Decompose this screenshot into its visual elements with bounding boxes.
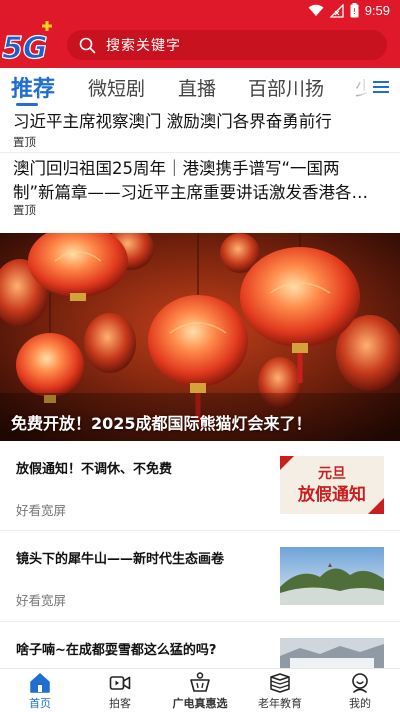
tab-live[interactable]: 直播 <box>178 74 216 101</box>
snow-scene-image <box>280 638 384 668</box>
nav-elderly-education[interactable]: 老年教育 <box>240 669 320 712</box>
news-1-title[interactable]: 放假通知！不调休、不免费 <box>16 458 172 477</box>
status-time: 9:59 <box>364 3 390 18</box>
status-icons: ! 9:59 <box>308 3 390 18</box>
search-placeholder: 搜索关键字 <box>106 38 181 54</box>
headline-1-title[interactable]: 习近平主席视察澳门 激励澳门各界奋勇前行 <box>13 110 388 134</box>
news-2-title[interactable]: 镜头下的犀牛山——新时代生态画卷 <box>16 548 224 567</box>
nav-paike[interactable]: 拍客 <box>80 669 160 712</box>
search-icon <box>79 37 96 53</box>
tab-micro-drama[interactable]: 微短剧 <box>88 74 145 101</box>
thumb-text-notice: 放假通知 <box>297 484 366 505</box>
headline-2-line-2: 制”新篇章——习近平主席重要讲话激发香港各… <box>13 183 369 202</box>
app-logo[interactable]: 5G <box>2 20 56 64</box>
news-2-source: 好看宽屏 <box>16 593 67 608</box>
news-3-thumbnail[interactable] <box>280 638 384 668</box>
nav-elderly-education-label: 老年教育 <box>258 697 302 710</box>
banner-caption: 免费开放！2025成都国际熊猫灯会来了！ <box>11 414 312 433</box>
video-camera-icon <box>109 676 131 690</box>
nav-guangdian-huixuan[interactable]: 广电真惠选 <box>160 669 240 712</box>
nav-mine-label: 我的 <box>349 697 371 710</box>
books-icon <box>270 673 290 693</box>
headline-2-line-1: 澳门回归祖国25周年｜港澳携手谱写“一国两 <box>13 159 340 178</box>
news-1-source: 好看宽屏 <box>16 503 67 518</box>
battery-icon: ! <box>350 3 359 18</box>
wifi-icon <box>308 4 324 16</box>
nav-paike-label: 拍客 <box>109 697 131 710</box>
headline-2-pin-tag: 置顶 <box>13 203 36 217</box>
tab-menu-icon[interactable] <box>372 78 390 96</box>
divider <box>0 621 400 622</box>
home-icon <box>30 673 50 693</box>
search-bar[interactable]: 搜索关键字 <box>67 30 387 60</box>
nav-mine[interactable]: 我的 <box>320 669 400 712</box>
news-3-title[interactable]: 啥子喃~在成都耍雪都这么猛的吗? <box>16 639 216 658</box>
app-screen: ! 9:59 5G 搜索关键字 推荐 微短剧 直播 百部川扬 少 <box>0 0 400 712</box>
news-2-thumbnail[interactable] <box>280 547 384 605</box>
tab-baibu-chuanyang[interactable]: 百部川扬 <box>248 74 324 101</box>
news-1-thumbnail[interactable]: 元旦 放假通知 <box>280 456 384 514</box>
nav-guangdian-huixuan-label: 广电真惠选 <box>172 697 228 710</box>
header-bar: ! 9:59 5G 搜索关键字 <box>0 0 400 68</box>
profile-icon <box>352 673 368 693</box>
nav-home-label: 首页 <box>29 697 51 710</box>
nav-home[interactable]: 首页 <box>0 669 80 712</box>
logo-text: 5G <box>2 31 48 64</box>
mountain-landscape-image <box>280 547 384 605</box>
tab-recommend[interactable]: 推荐 <box>11 71 55 103</box>
shopping-basket-icon <box>190 672 210 692</box>
divider <box>0 530 400 531</box>
tab-fade <box>340 68 370 108</box>
signal-icon <box>329 3 344 18</box>
headline-1-pin-tag: 置顶 <box>13 135 36 149</box>
category-tabs: 推荐 微短剧 直播 百部川扬 少 <box>0 68 400 108</box>
bottom-navigation: 首页 拍客 广电真惠选 老年教育 我的 <box>0 668 400 712</box>
divider <box>0 152 400 153</box>
headline-2-title[interactable]: 澳门回归祖国25周年｜港澳携手谱写“一国两 制”新篇章——习近平主席重要讲话激发… <box>13 157 388 205</box>
thumb-text-yuandan: 元旦 <box>318 466 346 482</box>
holiday-notice-image: 元旦 放假通知 <box>280 456 384 514</box>
active-tab-indicator <box>16 103 38 106</box>
status-bar: ! 9:59 <box>0 0 400 24</box>
svg-text:!: ! <box>353 7 356 16</box>
